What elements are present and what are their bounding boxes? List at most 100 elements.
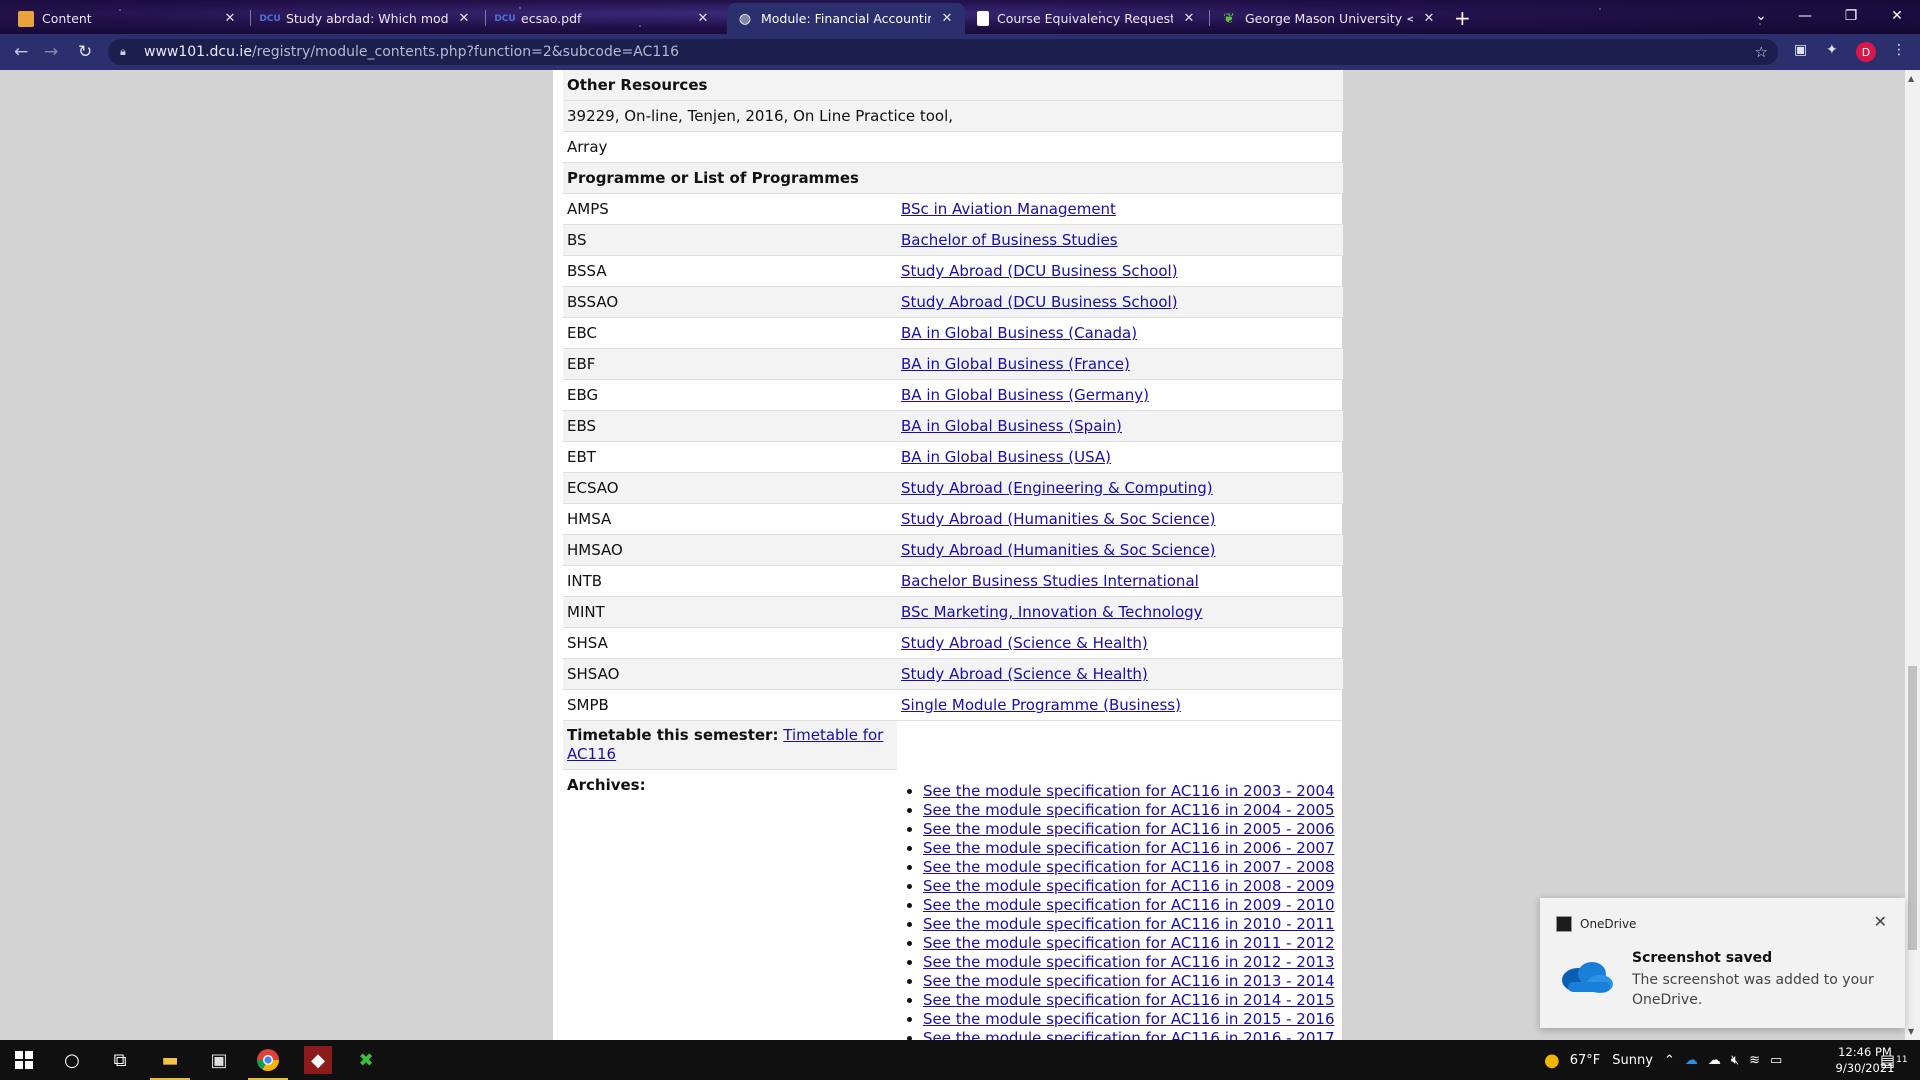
programme-name-cell: BA in Global Business (Canada) <box>897 317 1343 349</box>
archive-item: See the module specification for AC116 i… <box>923 1029 1339 1041</box>
archive-link[interactable]: See the module specification for AC116 i… <box>923 858 1334 876</box>
tab-module-financial-accounting[interactable]: ◍ Module: Financial Accounting for ✕ <box>727 3 965 34</box>
close-icon[interactable]: ✕ <box>1421 11 1437 26</box>
close-icon[interactable]: ✕ <box>222 11 238 26</box>
battery-icon[interactable]: ▭ <box>1770 1053 1782 1068</box>
toast-app-name: OneDrive <box>1580 917 1637 931</box>
tab-content[interactable]: Content ✕ <box>8 3 248 34</box>
archive-link[interactable]: See the module specification for AC116 i… <box>923 1029 1334 1041</box>
array-text: Array <box>563 131 1343 163</box>
tab-ecsao-pdf[interactable]: DCU ecsao.pdf ✕ <box>487 3 721 34</box>
programme-link[interactable]: Study Abroad (Science & Health) <box>901 665 1148 683</box>
programme-link[interactable]: BSc Marketing, Innovation & Technology <box>901 603 1203 621</box>
store-icon[interactable]: ▣ <box>205 1046 233 1074</box>
tab-title: Module: Financial Accounting for <box>761 11 931 26</box>
programme-link[interactable]: Study Abroad (Humanities & Soc Science) <box>901 541 1216 559</box>
notification-center-icon[interactable]: ▤ 11 <box>1880 1040 1908 1080</box>
archive-link[interactable]: See the module specification for AC116 i… <box>923 801 1334 819</box>
task-view-icon[interactable]: ⧉ <box>106 1046 134 1074</box>
programme-link[interactable]: Study Abroad (DCU Business School) <box>901 262 1178 280</box>
programme-link[interactable]: Bachelor Business Studies International <box>901 572 1199 590</box>
close-icon[interactable]: ✕ <box>1181 11 1197 26</box>
menu-dots-icon[interactable]: ⋮ <box>1892 42 1906 58</box>
archive-link[interactable]: See the module specification for AC116 i… <box>923 820 1334 838</box>
app-red-icon[interactable]: ◆ <box>304 1046 332 1074</box>
tab-george-mason[interactable]: ❦ George Mason University < Geor ✕ <box>1211 3 1447 34</box>
onedrive-tray-icon[interactable]: ☁ <box>1685 1053 1698 1068</box>
programme-row: EBF BA in Global Business (France) <box>563 348 1343 380</box>
puzzle-extensions-icon[interactable]: ✦ <box>1826 42 1838 58</box>
programme-link[interactable]: Bachelor of Business Studies <box>901 231 1118 249</box>
archive-link[interactable]: See the module specification for AC116 i… <box>923 934 1334 952</box>
programme-link[interactable]: BA in Global Business (Canada) <box>901 324 1137 342</box>
programme-link[interactable]: Study Abroad (Humanities & Soc Science) <box>901 510 1216 528</box>
wifi-icon[interactable]: ≋ <box>1749 1053 1760 1068</box>
window-close-icon[interactable]: ✕ <box>1874 0 1920 32</box>
notification-count: 11 <box>1896 1055 1908 1065</box>
chrome-icon[interactable] <box>254 1046 282 1074</box>
programme-name-cell: BA in Global Business (USA) <box>897 441 1343 473</box>
address-bar[interactable]: 🔒︎ www101.dcu.ie/registry/module_content… <box>108 39 1778 65</box>
programme-row: BS Bachelor of Business Studies <box>563 224 1343 256</box>
new-tab-icon[interactable]: + <box>1454 6 1471 30</box>
programme-link[interactable]: Study Abroad (Engineering & Computing) <box>901 479 1213 497</box>
restore-icon[interactable]: ❐ <box>1828 0 1874 32</box>
close-icon[interactable]: ✕ <box>456 11 472 26</box>
minimize-icon[interactable]: — <box>1782 0 1828 32</box>
extension-icon[interactable]: ▣ <box>1794 42 1807 58</box>
archive-link[interactable]: See the module specification for AC116 i… <box>923 991 1334 1009</box>
programme-link[interactable]: BA in Global Business (USA) <box>901 448 1111 466</box>
archive-link[interactable]: See the module specification for AC116 i… <box>923 782 1334 800</box>
programme-name-cell: BSc in Aviation Management <box>897 193 1343 225</box>
archive-link[interactable]: See the module specification for AC116 i… <box>923 1010 1334 1028</box>
onedrive-app-icon <box>1556 916 1572 932</box>
archive-item: See the module specification for AC116 i… <box>923 877 1339 896</box>
url-text[interactable]: www101.dcu.ie/registry/module_contents.p… <box>144 44 679 60</box>
document-icon <box>977 11 989 26</box>
speaker-muted-icon[interactable]: 🔇︎ <box>1731 1053 1739 1068</box>
reload-icon[interactable]: ↻ <box>78 42 92 62</box>
weather-widget[interactable]: ● 67°F Sunny <box>1544 1040 1653 1080</box>
archive-link[interactable]: See the module specification for AC116 i… <box>923 877 1334 895</box>
profile-avatar[interactable]: D <box>1856 42 1876 62</box>
archive-link[interactable]: See the module specification for AC116 i… <box>923 839 1334 857</box>
close-icon[interactable]: ✕ <box>939 11 955 26</box>
archive-item: See the module specification for AC116 i… <box>923 991 1339 1010</box>
scrollbar-thumb[interactable] <box>1908 666 1917 950</box>
programme-link[interactable]: BA in Global Business (Spain) <box>901 417 1122 435</box>
archive-link[interactable]: See the module specification for AC116 i… <box>923 915 1334 933</box>
programme-link[interactable]: BA in Global Business (Germany) <box>901 386 1149 404</box>
lock-icon[interactable]: 🔒︎ <box>120 45 134 59</box>
programme-code: EBF <box>563 348 897 380</box>
scroll-down-icon[interactable]: ▼ <box>1908 1027 1914 1036</box>
archive-item: See the module specification for AC116 i… <box>923 801 1339 820</box>
forward-icon[interactable]: → <box>44 42 58 62</box>
close-icon[interactable]: ✕ <box>695 11 711 26</box>
tab-study-abroad[interactable]: DCU Study abrdad: Which modules ca ✕ <box>252 3 482 34</box>
programme-link[interactable]: Single Module Programme (Business) <box>901 696 1181 714</box>
programme-link[interactable]: BSc in Aviation Management <box>901 200 1116 218</box>
onedrive-notification[interactable]: OneDrive ✕ Screenshot saved The screensh… <box>1540 898 1905 1028</box>
back-icon[interactable]: ← <box>14 42 28 62</box>
archives-list: See the module specification for AC116 i… <box>901 782 1339 1041</box>
windows-start-icon[interactable] <box>10 1046 38 1074</box>
tab-search-icon[interactable]: ⌄ <box>1738 0 1784 32</box>
search-icon[interactable]: ○ <box>58 1046 86 1074</box>
programme-link[interactable]: BA in Global Business (France) <box>901 355 1130 373</box>
chevron-up-icon[interactable]: ⌃ <box>1664 1053 1675 1068</box>
archive-link[interactable]: See the module specification for AC116 i… <box>923 953 1334 971</box>
programme-code: HMSAO <box>563 534 897 566</box>
archive-link[interactable]: See the module specification for AC116 i… <box>923 972 1334 990</box>
scroll-up-icon[interactable]: ▲ <box>1908 74 1914 83</box>
cloud-outline-icon[interactable]: ☁ <box>1708 1053 1721 1068</box>
programme-link[interactable]: Study Abroad (DCU Business School) <box>901 293 1178 311</box>
bookmark-star-icon[interactable]: ☆ <box>1755 43 1768 61</box>
xbox-icon[interactable]: ✖ <box>352 1046 380 1074</box>
close-icon[interactable]: ✕ <box>1874 912 1887 931</box>
page-scrollbar[interactable]: ▲ ▼ <box>1905 70 1920 1040</box>
archive-link[interactable]: See the module specification for AC116 i… <box>923 896 1334 914</box>
timetable-label: Timetable this semester: <box>567 726 779 744</box>
tab-course-equivalency[interactable]: Course Equivalency Request - Cl ✕ <box>967 3 1207 34</box>
programme-link[interactable]: Study Abroad (Science & Health) <box>901 634 1148 652</box>
file-explorer-icon[interactable]: ▬ <box>156 1046 184 1074</box>
